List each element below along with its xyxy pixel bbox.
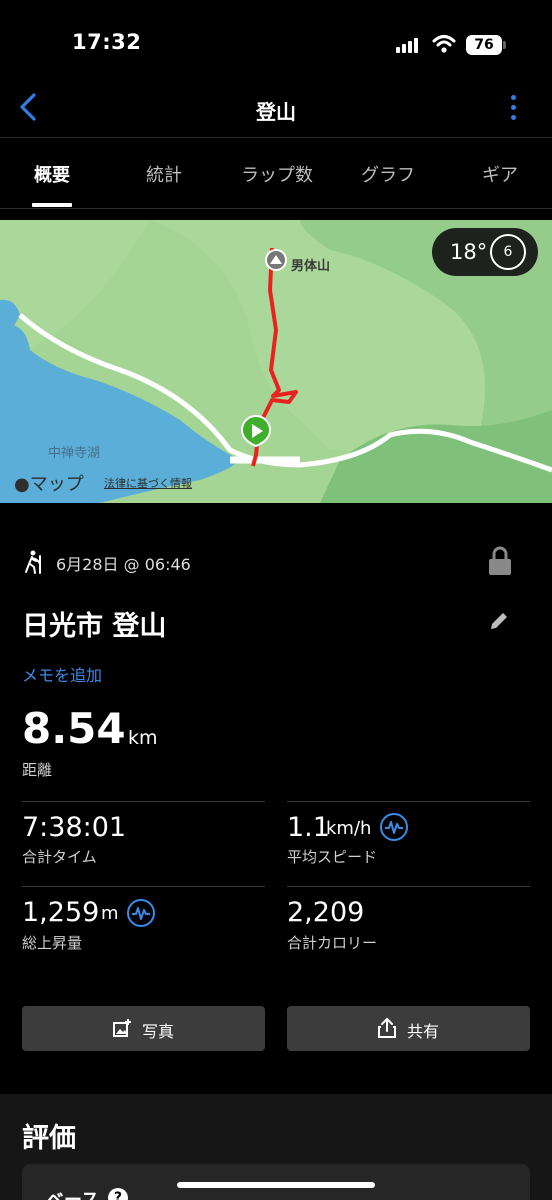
add-photo-label: 写真 [142, 1022, 175, 1041]
divider [22, 886, 265, 887]
hiking-icon [25, 550, 41, 574]
total-time-value: 7:38:01 [22, 812, 127, 843]
ascent-value: 1,259 [22, 897, 100, 928]
share-label: 共有 [407, 1022, 440, 1041]
lake-label: 中禅寺湖 [48, 446, 101, 461]
speed-chart-icon[interactable] [380, 813, 408, 841]
activity-meta: 6月28日 @ 06:46 [22, 548, 522, 578]
rating-title: 評価 [22, 1123, 76, 1154]
temperature: 18° [450, 240, 488, 264]
route-map[interactable]: 男体山 中禅寺湖 18° 6 ●マップ 法律に基づく情報 [0, 220, 552, 503]
activity-title: 日光市 登山 [22, 611, 167, 642]
peak-label: 男体山 [291, 259, 331, 274]
distance-value: 8.54 [22, 704, 126, 753]
total-time-label: 合計タイム [22, 848, 97, 866]
status-bar: 17:32 76 [0, 0, 552, 90]
avg-speed-unit: km/h [326, 818, 372, 839]
weather-badge: 18° 6 [432, 228, 538, 276]
tab-laps[interactable]: ラップ数 [232, 161, 322, 187]
edit-pencil-icon[interactable] [488, 610, 510, 632]
share-button[interactable]: 共有 [287, 1006, 530, 1051]
wind-speed-icon: 6 [490, 234, 526, 270]
calories-value: 2,209 [287, 897, 365, 928]
page-title: 登山 [256, 100, 296, 124]
legal-link[interactable]: 法律に基づく情報 [104, 475, 192, 491]
apple-logo-icon: ● [14, 474, 30, 495]
help-icon[interactable]: ? [108, 1188, 128, 1200]
tab-overview[interactable]: 概要 [22, 161, 82, 187]
add-photo-button[interactable]: 写真 [22, 1006, 265, 1051]
status-time: 17:32 [72, 30, 142, 54]
tab-bar: 概要 統計 ラップ数 グラフ ギア [0, 139, 552, 209]
tab-stats[interactable]: 統計 [134, 161, 194, 187]
ascent-label: 総上昇量 [22, 934, 83, 952]
rating-base-label: ベース [46, 1186, 99, 1200]
wifi-icon [432, 35, 456, 53]
divider [287, 801, 530, 802]
tab-gear[interactable]: ギア [470, 161, 530, 187]
home-indicator [177, 1182, 375, 1188]
ascent-chart-icon[interactable] [127, 899, 155, 927]
share-icon [378, 1017, 396, 1038]
apple-maps-logo: ●マップ [14, 470, 84, 496]
lock-icon[interactable] [488, 546, 512, 576]
tab-graph[interactable]: グラフ [352, 161, 424, 187]
maps-brand: マップ [29, 474, 84, 495]
distance-unit: km [128, 727, 158, 749]
battery-cap [503, 41, 506, 49]
cellular-signal-icon [396, 37, 422, 53]
divider [287, 886, 530, 887]
more-options-icon[interactable] [506, 93, 520, 123]
active-tab-indicator [32, 203, 72, 207]
avg-speed-label: 平均スピード [287, 848, 378, 866]
ascent-unit: m [101, 903, 119, 924]
activity-date: 6月28日 @ 06:46 [56, 555, 191, 574]
add-memo-link[interactable]: メモを追加 [22, 662, 102, 686]
battery-icon: 76 [466, 35, 502, 55]
avg-speed-value: 1.1 [287, 812, 330, 843]
divider [22, 801, 265, 802]
nav-bar: 登山 [0, 80, 552, 138]
calories-label: 合計カロリー [287, 934, 378, 952]
add-photo-icon [113, 1019, 131, 1037]
distance-label: 距離 [22, 761, 53, 779]
